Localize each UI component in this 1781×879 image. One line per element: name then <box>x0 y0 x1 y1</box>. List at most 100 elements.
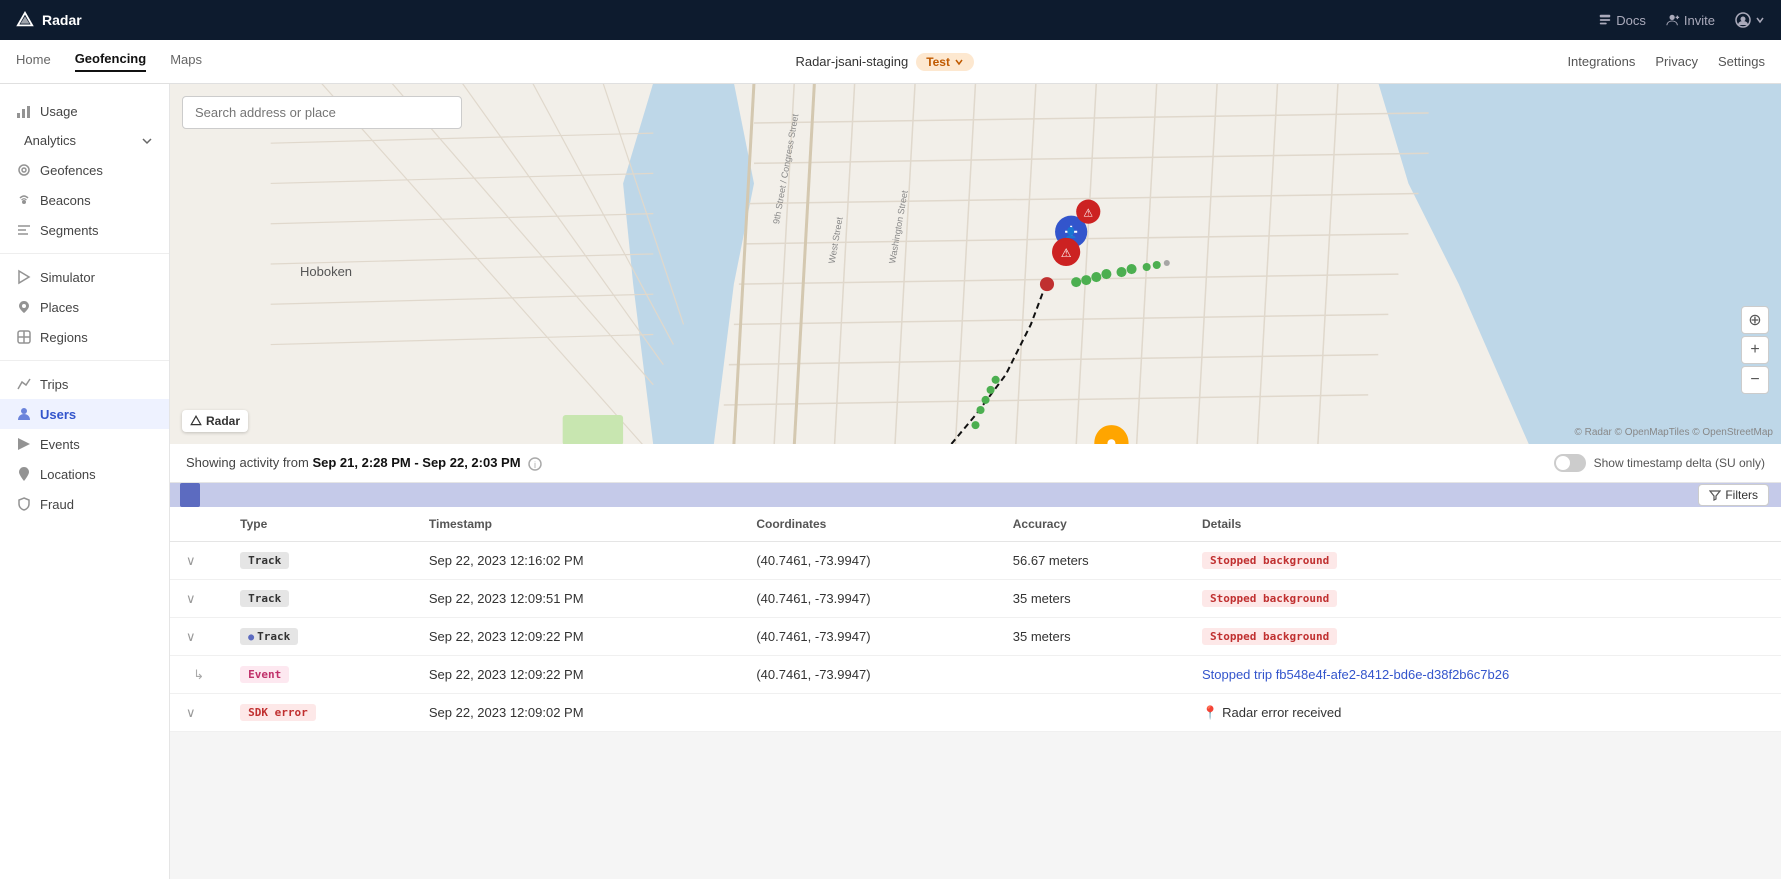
nav-geofencing[interactable]: Geofencing <box>75 51 147 72</box>
fraud-icon <box>16 496 32 512</box>
expand-button[interactable]: ∨ <box>186 591 196 606</box>
integrations-link[interactable]: Integrations <box>1567 54 1635 69</box>
col-accuracy: Accuracy <box>997 507 1186 542</box>
sidebar-item-regions[interactable]: Regions <box>0 322 169 352</box>
sidebar-divider-2 <box>0 360 169 361</box>
detail-badge: Stopped background <box>1202 628 1337 645</box>
timestamp-cell: Sep 22, 2023 12:09:22 PM <box>413 618 740 656</box>
detail-badge: Stopped background <box>1202 552 1337 569</box>
settings-link[interactable]: Settings <box>1718 54 1765 69</box>
geofences-icon <box>16 162 32 178</box>
accuracy-cell <box>997 656 1186 694</box>
type-badge: Track <box>240 590 289 607</box>
env-chevron-icon <box>954 57 964 67</box>
sidebar-item-events[interactable]: Events <box>0 429 169 459</box>
sidebar-item-geofences[interactable]: Geofences <box>0 155 169 185</box>
sidebar-item-segments[interactable]: Segments <box>0 215 169 245</box>
subnav-nav: Home Geofencing Maps <box>16 51 202 72</box>
detail-cell: 📍Radar error received <box>1186 694 1781 732</box>
invite-icon <box>1666 13 1680 27</box>
timeline-scrubber[interactable]: Filters <box>170 483 1781 507</box>
map-svg: 👤 ⚠ ⚠ West Street Washington Street <box>170 84 1781 444</box>
radar-badge-icon <box>190 415 202 427</box>
zoom-out-button[interactable]: − <box>1741 366 1769 394</box>
chevron-analytics-icon <box>141 135 153 147</box>
sidebar-item-trips[interactable]: Trips <box>0 369 169 399</box>
detail-cell: Stopped background <box>1186 580 1781 618</box>
coordinates-cell: (40.7461, -73.9947) <box>740 656 996 694</box>
sidebar-item-beacons[interactable]: Beacons <box>0 185 169 215</box>
sidebar-item-locations[interactable]: Locations <box>0 459 169 489</box>
nav-home[interactable]: Home <box>16 52 51 71</box>
zoom-in-button[interactable]: + <box>1741 336 1769 364</box>
sidebar-item-users[interactable]: Users <box>0 399 169 429</box>
topbar-right: Docs Invite <box>1598 12 1765 28</box>
timestamp-cell: Sep 22, 2023 12:16:02 PM <box>413 542 740 580</box>
data-table: Type Timestamp Coordinates Accuracy Deta… <box>170 507 1781 732</box>
coordinates-cell: (40.7461, -73.9947) <box>740 542 996 580</box>
table-row: ∨ Track Sep 22, 2023 12:16:02 PM(40.7461, … <box>170 542 1781 580</box>
error-detail: 📍Radar error received <box>1202 705 1341 720</box>
accuracy-cell: 35 meters <box>997 618 1186 656</box>
radar-map-badge: Radar <box>182 410 248 432</box>
main-content: 👤 ⚠ ⚠ West Street Washington Street <box>170 84 1781 732</box>
indent-icon: ↳ <box>186 667 204 682</box>
timeline-handle[interactable] <box>180 483 200 507</box>
col-coordinates: Coordinates <box>740 507 996 542</box>
expand-button[interactable]: ∨ <box>186 705 196 720</box>
svg-text:i: i <box>534 460 536 470</box>
type-badge: ●Track <box>240 628 298 645</box>
events-icon <box>16 436 32 452</box>
table-container: Type Timestamp Coordinates Accuracy Deta… <box>170 507 1781 732</box>
workspace-info: Radar-jsani-staging Test <box>795 53 974 71</box>
invite-link[interactable]: Invite <box>1666 13 1715 28</box>
expand-button[interactable]: ∨ <box>186 553 196 568</box>
privacy-link[interactable]: Privacy <box>1655 54 1698 69</box>
type-badge: Track <box>240 552 289 569</box>
timestamp-cell: Sep 22, 2023 12:09:51 PM <box>413 580 740 618</box>
regions-icon <box>16 329 32 345</box>
beacons-icon <box>16 192 32 208</box>
col-timestamp: Timestamp <box>413 507 740 542</box>
info-icon: i <box>528 457 542 471</box>
docs-link[interactable]: Docs <box>1598 13 1646 28</box>
svg-text:⚠: ⚠ <box>1061 246 1072 260</box>
sidebar-item-simulator[interactable]: Simulator <box>0 262 169 292</box>
user-icon <box>1735 12 1751 28</box>
map-search-input[interactable] <box>182 96 462 129</box>
compass-button[interactable]: ⊕ <box>1741 306 1769 334</box>
subnav: Home Geofencing Maps Radar-jsani-staging… <box>0 40 1781 84</box>
activity-bar: Showing activity from Sep 21, 2:28 PM - … <box>170 444 1781 483</box>
timestamp-cell: Sep 22, 2023 12:09:02 PM <box>413 694 740 732</box>
topbar: Radar Docs Invite <box>0 0 1781 40</box>
type-cell: Track <box>224 542 413 580</box>
table-body: ∨TrackSep 22, 2023 12:16:02 PM(40.7461, … <box>170 542 1781 732</box>
sidebar-item-usage[interactable]: Usage <box>0 96 169 126</box>
analytics-section-left: Analytics <box>16 133 76 148</box>
workspace-name: Radar-jsani-staging <box>795 54 908 69</box>
map-container[interactable]: 👤 ⚠ ⚠ West Street Washington Street <box>170 84 1781 444</box>
expand-button[interactable]: ∨ <box>186 629 196 644</box>
subnav-right-links: Integrations Privacy Settings <box>1567 54 1765 69</box>
env-badge[interactable]: Test <box>916 53 974 71</box>
type-cell: Event <box>224 656 413 694</box>
detail-link[interactable]: Stopped trip fb548e4f-afe2-8412-bd6e-d38… <box>1202 667 1509 682</box>
filters-button[interactable]: Filters <box>1698 484 1769 506</box>
nav-maps[interactable]: Maps <box>170 52 202 71</box>
sidebar-item-places[interactable]: Places <box>0 292 169 322</box>
timestamp-cell: Sep 22, 2023 12:09:22 PM <box>413 656 740 694</box>
accuracy-cell: 56.67 meters <box>997 542 1186 580</box>
sidebar-item-fraud[interactable]: Fraud <box>0 489 169 519</box>
type-badge: SDK error <box>240 704 316 721</box>
timestamp-toggle[interactable] <box>1554 454 1586 472</box>
user-menu[interactable] <box>1735 12 1765 28</box>
map-search <box>182 96 462 129</box>
detail-cell: Stopped background <box>1186 618 1781 656</box>
simulator-icon <box>16 269 32 285</box>
sidebar-section-analytics[interactable]: Analytics <box>0 126 169 155</box>
error-dot: 📍 <box>1202 705 1218 720</box>
docs-icon <box>1598 13 1612 27</box>
trips-icon <box>16 376 32 392</box>
accuracy-cell <box>997 694 1186 732</box>
table-header: Type Timestamp Coordinates Accuracy Deta… <box>170 507 1781 542</box>
